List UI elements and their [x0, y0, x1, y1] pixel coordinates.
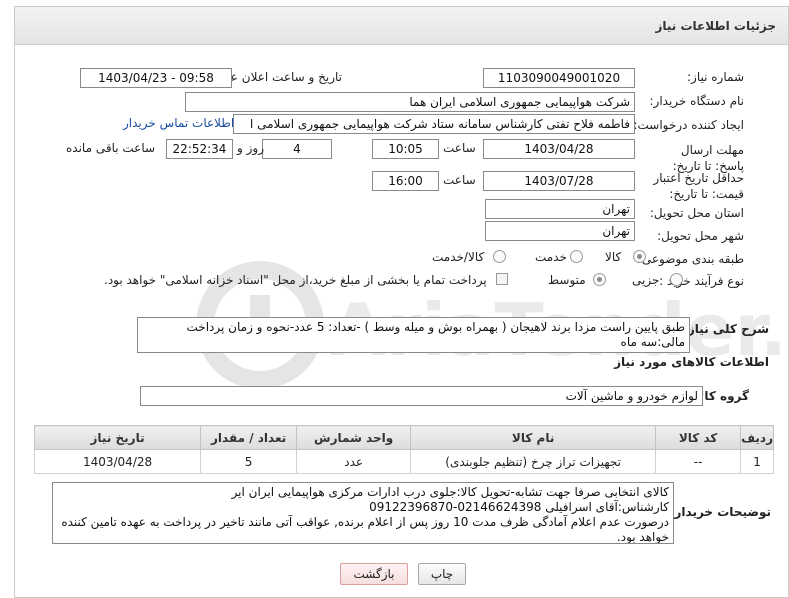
description-label: شرح کلی نیاز: — [683, 322, 769, 336]
reply-date-field: 1403/04/28 — [483, 139, 635, 159]
cell-unit: عدد — [296, 449, 412, 474]
buyer-notes-textarea: کالای انتخابی صرفا جهت تشابه-تحویل کالا:… — [52, 482, 674, 544]
reply-time-label: ساعت — [443, 141, 476, 155]
column-header-row-number: ردیف — [740, 425, 774, 450]
buyer-notes-label: توضیحات خریدار: — [669, 505, 771, 519]
validity-time-field: 16:00 — [372, 171, 439, 191]
city-field: تهران — [485, 221, 635, 241]
category-radio-service[interactable] — [570, 250, 583, 263]
price-validity-label: حداقل تاریخ اعتبار قیمت: تا تاریخ: — [653, 171, 744, 201]
category-radio-goods-service[interactable] — [493, 250, 506, 263]
cell-item-code: -- — [655, 449, 742, 474]
payment-note: پرداخت تمام یا بخشی از مبلغ خرید،از محل … — [104, 273, 487, 287]
column-header-quantity: تعداد / مقدار — [200, 425, 298, 450]
cell-item-name: تجهیزات تراز چرخ (تنظیم جلوبندی) — [410, 449, 657, 474]
goods-group-field: لوازم خودرو و ماشین آلات — [140, 386, 703, 406]
buyer-note-line: کالای انتخابی صرفا جهت تشابه-تحویل کالا:… — [231, 485, 669, 499]
validity-date-field: 1403/07/28 — [483, 171, 635, 191]
requester-label: ایجاد کننده درخواست: — [633, 118, 744, 132]
purchase-option-medium: متوسط — [548, 273, 586, 287]
category-option-goods: کالا — [605, 250, 622, 264]
buyer-note-line: خواهد بود. — [616, 530, 669, 544]
panel-header: جزئیات اطلاعات نیاز — [15, 7, 788, 45]
requester-field: فاطمه فلاح تفتی کارشناس سامانه ستاد شرکت… — [233, 114, 635, 134]
buyer-note-line: کارشناس:آقای اسرافیلی 02146624398-091223… — [369, 500, 669, 514]
column-header-item-code: کد کالا — [655, 425, 742, 450]
description-textarea: طبق پایین راست مزدا برند لاهیجان ( بهمرا… — [137, 317, 690, 353]
province-field: تهران — [485, 199, 635, 219]
print-button[interactable]: چاپ — [418, 563, 466, 585]
purchase-radio-minor[interactable] — [670, 273, 683, 286]
contact-info-link[interactable]: اطلاعات تماس خریدار — [123, 116, 234, 130]
remaining-label: ساعت باقی مانده — [66, 141, 156, 155]
purchase-radio-medium[interactable] — [593, 273, 606, 286]
need-number-label: شماره نیاز: — [687, 70, 744, 84]
days-field: 4 — [262, 139, 332, 159]
table-header-row: ردیف کد کالا نام کالا واحد شمارش تعداد /… — [33, 425, 774, 450]
page-title: جزئیات اطلاعات نیاز — [655, 18, 776, 33]
buyer-org-field: شرکت هواپیمایی جمهوری اسلامی ایران هما — [185, 92, 635, 112]
column-header-unit: واحد شمارش — [296, 425, 412, 450]
buyer-org-label: نام دستگاه خریدار: — [649, 94, 745, 108]
category-option-service: خدمت — [535, 250, 567, 264]
purchase-option-minor: جزیی — [632, 273, 660, 287]
reply-time-field: 10:05 — [372, 139, 439, 159]
items-table: ردیف کد کالا نام کالا واحد شمارش تعداد /… — [33, 425, 774, 474]
category-radio-goods[interactable] — [633, 250, 646, 263]
city-label: شهر محل تحویل: — [657, 229, 744, 243]
category-option-goods-service: کالا/خدمت — [432, 250, 485, 264]
cell-row-number: 1 — [740, 449, 774, 474]
announce-field: 1403/04/23 - 09:58 — [80, 68, 232, 88]
column-header-item-name: نام کالا — [410, 425, 657, 450]
cell-quantity: 5 — [200, 449, 298, 474]
column-header-need-date: تاریخ نیاز — [33, 425, 202, 450]
table-row: 1 -- تجهیزات تراز چرخ (تنظیم جلوبندی) عد… — [33, 449, 774, 474]
buyer-note-line: درصورت عدم اعلام آمادگی ظرف مدت 10 روز پ… — [61, 515, 669, 529]
remaining-time-field: 22:52:34 — [166, 139, 233, 159]
goods-section-title: اطلاعات کالاهای مورد نیاز — [614, 355, 769, 369]
validity-time-label: ساعت — [443, 173, 476, 187]
category-label: طبقه بندی موضوعی: — [637, 252, 744, 266]
back-button[interactable]: بازگشت — [340, 563, 408, 585]
province-label: استان محل تحویل: — [649, 206, 744, 220]
treasury-payment-checkbox[interactable] — [496, 273, 508, 285]
cell-need-date: 1403/04/28 — [33, 449, 202, 474]
need-number-field: 1103090049001020 — [483, 68, 635, 88]
days-label: روز و — [237, 141, 264, 155]
